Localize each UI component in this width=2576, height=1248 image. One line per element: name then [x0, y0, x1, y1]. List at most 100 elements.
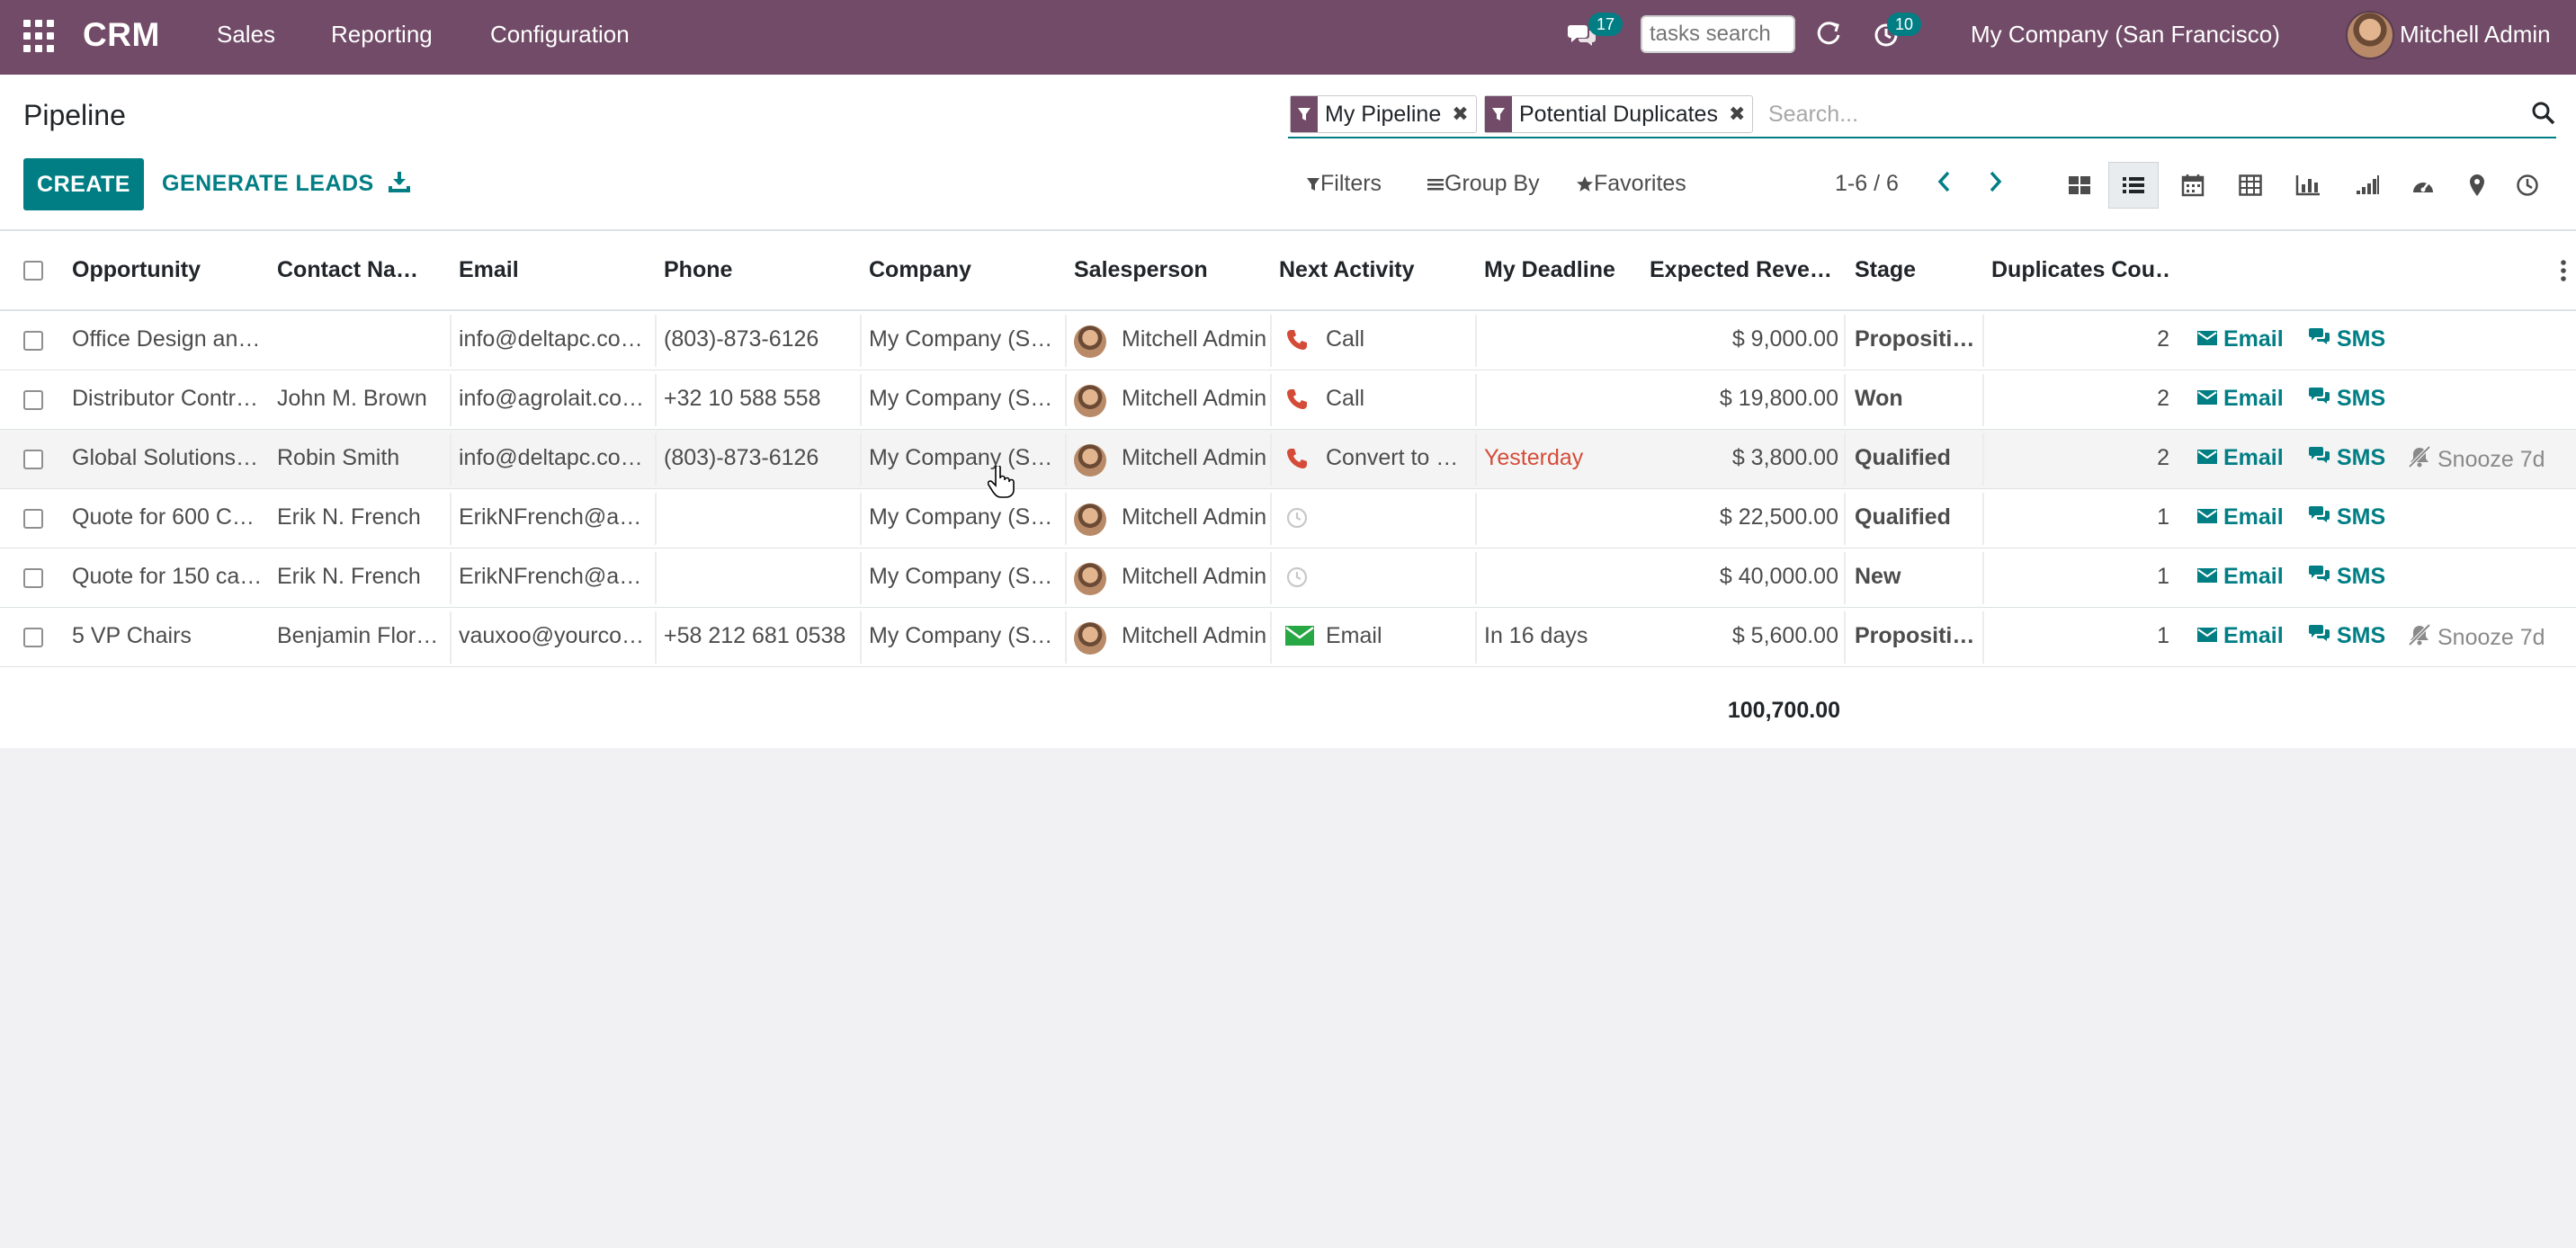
email-button[interactable]: Email	[2196, 326, 2284, 352]
tasks-search-input[interactable]	[1641, 15, 1795, 53]
phone-icon[interactable]	[1284, 327, 1310, 357]
email-button[interactable]: Email	[2196, 504, 2284, 530]
search-input[interactable]	[1763, 97, 2493, 131]
sms-button[interactable]: SMS	[2308, 564, 2385, 590]
opportunity-cell: Global Solutions…	[72, 445, 259, 470]
cohort-view-icon[interactable]	[2342, 162, 2393, 209]
pager-value[interactable]: 1-6 / 6	[1835, 171, 1899, 197]
envelope-icon[interactable]	[1284, 624, 1315, 652]
filters-dropdown[interactable]: Filters	[1306, 171, 1382, 197]
email-button[interactable]: Email	[2196, 386, 2284, 412]
phone-icon[interactable]	[1284, 387, 1310, 416]
email-button[interactable]: Email	[2196, 623, 2284, 649]
sms-button[interactable]: SMS	[2308, 326, 2385, 352]
groupby-dropdown[interactable]: Group By	[1427, 171, 1540, 197]
map-view-icon[interactable]	[2452, 162, 2502, 209]
row-checkbox[interactable]	[23, 450, 43, 469]
col-salesperson[interactable]: Salesperson	[1074, 257, 1263, 283]
calendar-view-icon[interactable]	[2168, 162, 2218, 209]
company-cell: My Company (S…	[869, 504, 1053, 530]
email-button[interactable]: Email	[2196, 445, 2284, 471]
col-email[interactable]: Email	[459, 257, 648, 283]
search-icon[interactable]	[2531, 101, 2556, 130]
column-separator	[1844, 374, 1846, 426]
optional-columns-icon[interactable]	[2560, 259, 2567, 287]
column-separator	[860, 493, 862, 545]
envelope-icon	[2196, 386, 2218, 412]
column-separator	[1475, 315, 1477, 367]
create-button[interactable]: CREATE	[23, 158, 144, 210]
graph-view-icon[interactable]	[2283, 162, 2333, 209]
col-phone[interactable]: Phone	[664, 257, 853, 283]
list-view-icon[interactable]	[2108, 162, 2159, 209]
column-separator	[860, 552, 862, 604]
apps-grid-icon[interactable]	[23, 20, 56, 52]
stage-cell: Propositi…	[1855, 623, 1975, 648]
revenue-total: 100,700.00	[1727, 698, 1840, 723]
filters-label: Filters	[1320, 171, 1382, 196]
opportunity-cell: Distributor Contr…	[72, 386, 258, 411]
sms-button-label: SMS	[2337, 504, 2386, 530]
duplicates-count-cell: 2	[2157, 326, 2169, 352]
clock-icon[interactable]	[1284, 565, 1310, 594]
table-row[interactable]: Distributor Contr… John M. Brown info@agro…	[0, 370, 2576, 430]
menu-reporting[interactable]: Reporting	[331, 21, 433, 49]
user-avatar[interactable]	[2346, 11, 2394, 59]
favorites-dropdown[interactable]: Favorites	[1576, 171, 1686, 197]
snooze-button-label: Snooze 7d	[2437, 447, 2545, 472]
col-duplicates-count[interactable]: Duplicates Cou…	[1991, 257, 2171, 283]
email-button[interactable]: Email	[2196, 564, 2284, 590]
menu-sales[interactable]: Sales	[217, 21, 275, 49]
table-row[interactable]: Quote for 150 ca… Erik N. French ErikNFren…	[0, 548, 2576, 608]
chevron-right-icon[interactable]	[1986, 169, 2004, 199]
sms-button[interactable]: SMS	[2308, 504, 2385, 530]
company-switcher[interactable]: My Company (San Francisco)	[1971, 21, 2280, 49]
table-row[interactable]: Office Design an… info@deltapc.co… (803)-8…	[0, 311, 2576, 370]
dashboard-view-icon[interactable]	[2398, 162, 2448, 209]
col-deadline[interactable]: My Deadline	[1484, 257, 1646, 283]
col-stage[interactable]: Stage	[1855, 257, 1981, 283]
col-next-activity[interactable]: Next Activity	[1279, 257, 1468, 283]
select-all-checkbox[interactable]	[23, 261, 43, 281]
sms-button[interactable]: SMS	[2308, 386, 2385, 412]
col-contact[interactable]: Contact Na…	[277, 257, 448, 283]
activity-view-icon[interactable]	[2502, 162, 2553, 209]
sms-button[interactable]: SMS	[2308, 623, 2385, 649]
chevron-left-icon[interactable]	[1936, 169, 1954, 199]
col-company[interactable]: Company	[869, 257, 1058, 283]
row-checkbox[interactable]	[23, 331, 43, 351]
generate-leads-button[interactable]: GENERATE LEADS	[162, 171, 374, 197]
col-opportunity[interactable]: Opportunity	[72, 257, 252, 283]
close-icon[interactable]: ✖	[1448, 96, 1475, 132]
sms-button[interactable]: SMS	[2308, 445, 2385, 471]
email-button-label: Email	[2223, 504, 2284, 530]
snooze-button[interactable]: Snooze 7d	[2407, 623, 2545, 653]
app-brand[interactable]: CRM	[83, 16, 160, 54]
row-checkbox[interactable]	[23, 509, 43, 529]
phone-icon[interactable]	[1284, 446, 1310, 476]
column-separator	[1844, 493, 1846, 545]
table-row[interactable]: 5 VP Chairs Benjamin Flor… vauxoo@yourco… +…	[0, 608, 2576, 667]
duplicates-count-cell: 1	[2157, 504, 2169, 530]
user-menu[interactable]: Mitchell Admin	[2400, 21, 2551, 49]
opportunity-cell: Quote for 600 C…	[72, 504, 255, 530]
column-separator	[450, 611, 452, 664]
snooze-button[interactable]: Snooze 7d	[2407, 445, 2545, 475]
row-checkbox[interactable]	[23, 628, 43, 647]
expected-revenue-cell: $ 3,800.00	[1731, 445, 1838, 470]
clock-icon[interactable]	[1284, 505, 1310, 535]
kanban-view-icon[interactable]	[2054, 162, 2105, 209]
company-cell: My Company (S…	[869, 386, 1053, 411]
table-row[interactable]: Global Solutions… Robin Smith info@deltapc…	[0, 430, 2576, 489]
menu-configuration[interactable]: Configuration	[490, 21, 630, 49]
opportunity-cell: 5 VP Chairs	[72, 623, 192, 648]
opportunity-cell: Quote for 150 ca…	[72, 564, 263, 589]
close-icon[interactable]: ✖	[1725, 96, 1752, 132]
refresh-icon[interactable]	[1815, 20, 1842, 53]
row-checkbox[interactable]	[23, 568, 43, 588]
row-checkbox[interactable]	[23, 390, 43, 410]
pivot-view-icon[interactable]	[2225, 162, 2276, 209]
download-icon[interactable]	[387, 169, 412, 199]
col-expected-revenue[interactable]: Expected Reve…	[1650, 257, 1838, 283]
table-row[interactable]: Quote for 600 C… Erik N. French ErikNFrenc…	[0, 489, 2576, 548]
